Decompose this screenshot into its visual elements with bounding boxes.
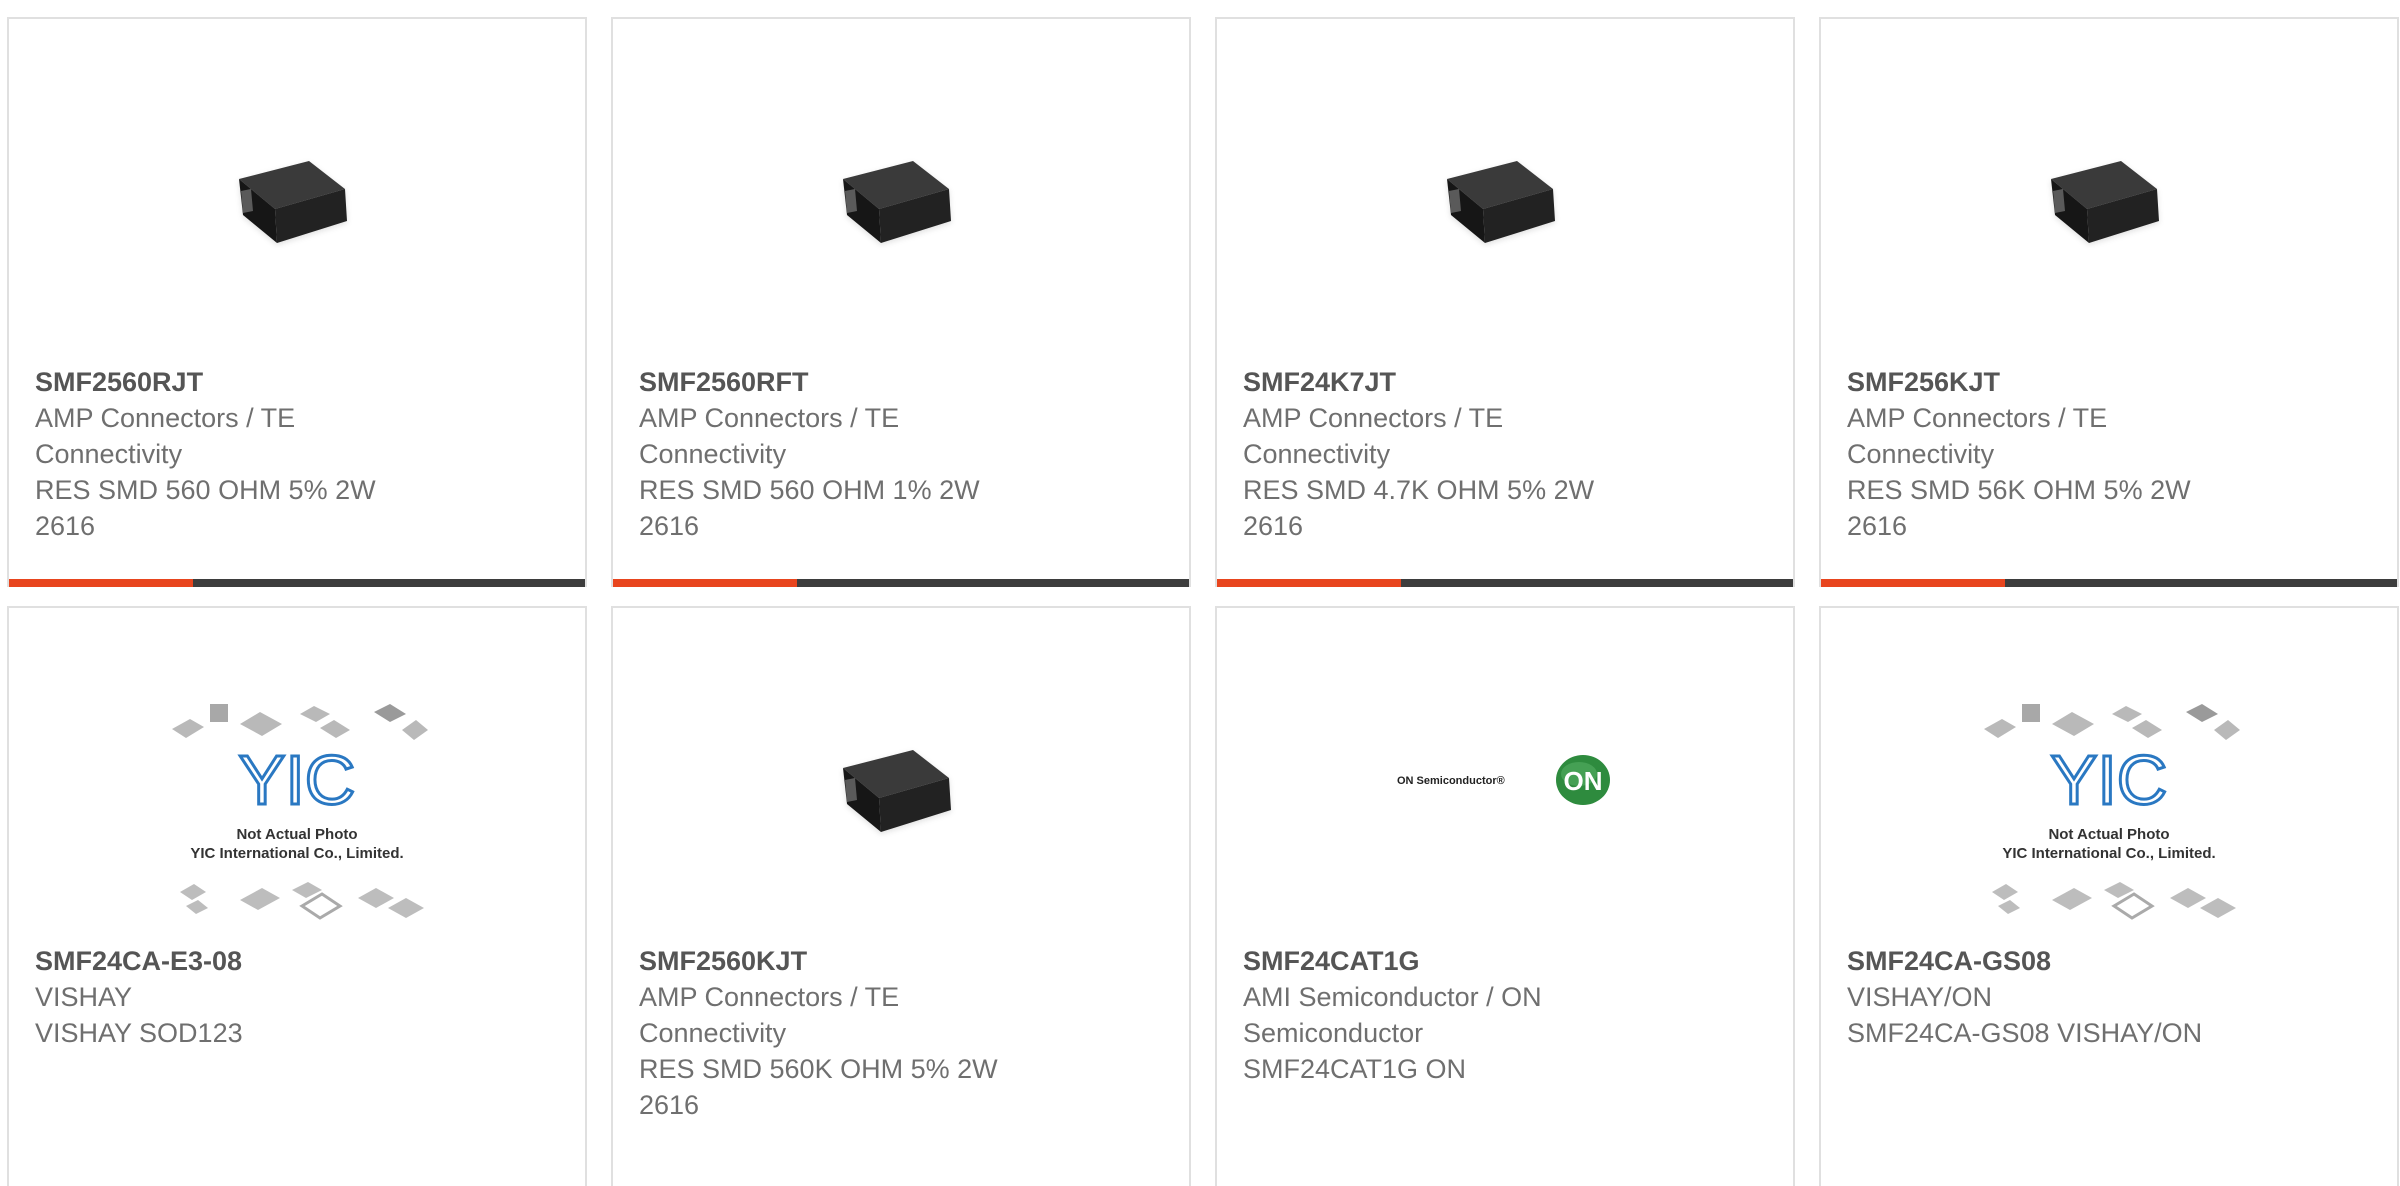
part-number[interactable]: SMF256KJT bbox=[1847, 364, 2267, 400]
product-image[interactable] bbox=[796, 680, 1006, 880]
part-number[interactable]: SMF24CA-GS08 bbox=[1847, 943, 2267, 979]
manufacturer-cont: Connectivity bbox=[639, 439, 787, 469]
product-image[interactable] bbox=[1400, 91, 1610, 291]
card-bar bbox=[1217, 579, 1793, 587]
placeholder-caption-2: YIC International Co., Limited. bbox=[2002, 845, 2215, 862]
part-number[interactable]: SMF24K7JT bbox=[1243, 364, 1663, 400]
description: SMF24CA-GS08 VISHAY/ON bbox=[1847, 1018, 2203, 1048]
product-image[interactable] bbox=[796, 91, 1006, 291]
manufacturer-cont: Semiconductor bbox=[1243, 1018, 1424, 1048]
on-semiconductor-logo-icon: ON Semiconductor® ON bbox=[1397, 755, 1610, 805]
manufacturer: AMP Connectors / TE bbox=[639, 403, 900, 433]
manufacturer: AMP Connectors / TE bbox=[1847, 403, 2108, 433]
manufacturer-cont: Connectivity bbox=[35, 439, 183, 469]
manufacturer-cont: Connectivity bbox=[1243, 439, 1391, 469]
card-bar-accent bbox=[1821, 579, 2005, 587]
manufacturer: AMI Semiconductor / ON bbox=[1243, 982, 1542, 1012]
manufacturer-cont: Connectivity bbox=[639, 1018, 787, 1048]
product-card[interactable]: SMF24K7JT AMP Connectors / TE Connectivi… bbox=[1215, 17, 1795, 587]
product-card[interactable]: SMF2560RJT AMP Connectors / TE Connectiv… bbox=[7, 17, 587, 587]
card-bar bbox=[613, 579, 1189, 587]
product-card[interactable]: ON Semiconductor® ON SMF24CAT1G AMI Semi… bbox=[1215, 606, 1795, 1186]
smd-resistor-icon bbox=[239, 161, 347, 243]
description: RES SMD 560K OHM 5% 2W bbox=[639, 1054, 998, 1084]
package: 2616 bbox=[1243, 511, 1304, 541]
smd-resistor-icon bbox=[843, 750, 951, 832]
package: 2616 bbox=[639, 511, 700, 541]
placeholder-caption-1: Not Actual Photo bbox=[236, 826, 357, 843]
part-number[interactable]: SMF2560RJT bbox=[35, 364, 455, 400]
manufacturer: VISHAY/ON bbox=[1847, 982, 1993, 1012]
smd-resistor-icon bbox=[1447, 161, 1555, 243]
package: 2616 bbox=[1847, 511, 1908, 541]
manufacturer: VISHAY bbox=[35, 982, 133, 1012]
on-badge: ON bbox=[1564, 766, 1603, 796]
card-bar bbox=[1821, 579, 2397, 587]
product-image[interactable]: YIC Not Actual Photo YIC International C… bbox=[162, 694, 432, 934]
description: RES SMD 4.7K OHM 5% 2W bbox=[1243, 475, 1595, 505]
product-image[interactable]: YIC Not Actual Photo YIC International C… bbox=[1974, 694, 2244, 934]
not-actual-photo-icon: YIC Not Actual Photo YIC International C… bbox=[172, 704, 428, 920]
part-number[interactable]: SMF24CAT1G bbox=[1243, 943, 1663, 979]
description: VISHAY SOD123 bbox=[35, 1018, 243, 1048]
product-grid: SMF2560RJT AMP Connectors / TE Connectiv… bbox=[0, 0, 2400, 1186]
placeholder-caption-1: Not Actual Photo bbox=[2048, 826, 2169, 843]
part-number[interactable]: SMF2560KJT bbox=[639, 943, 1059, 979]
card-bar-accent bbox=[1217, 579, 1401, 587]
package: 2616 bbox=[35, 511, 96, 541]
on-wordmark: ON Semiconductor® bbox=[1397, 775, 1505, 787]
smd-resistor-icon bbox=[2051, 161, 2159, 243]
product-image[interactable] bbox=[2004, 91, 2214, 291]
product-card[interactable]: YIC Not Actual Photo YIC International C… bbox=[7, 606, 587, 1186]
smd-resistor-icon bbox=[843, 161, 951, 243]
description: SMF24CAT1G ON bbox=[1243, 1054, 1467, 1084]
placeholder-caption-2: YIC International Co., Limited. bbox=[190, 845, 403, 862]
description: RES SMD 560 OHM 1% 2W bbox=[639, 475, 980, 505]
manufacturer: AMP Connectors / TE bbox=[639, 982, 900, 1012]
product-card[interactable]: SMF256KJT AMP Connectors / TE Connectivi… bbox=[1819, 17, 2399, 587]
manufacturer: AMP Connectors / TE bbox=[35, 403, 296, 433]
product-card[interactable]: SMF2560KJT AMP Connectors / TE Connectiv… bbox=[611, 606, 1191, 1186]
manufacturer: AMP Connectors / TE bbox=[1243, 403, 1504, 433]
part-number[interactable]: SMF2560RFT bbox=[639, 364, 1059, 400]
product-image[interactable]: ON Semiconductor® ON bbox=[1395, 680, 1615, 880]
product-card[interactable]: YIC Not Actual Photo YIC International C… bbox=[1819, 606, 2399, 1186]
product-card[interactable]: SMF2560RFT AMP Connectors / TE Connectiv… bbox=[611, 17, 1191, 587]
not-actual-photo-icon: YIC Not Actual Photo YIC International C… bbox=[1984, 704, 2240, 920]
part-number[interactable]: SMF24CA-E3-08 bbox=[35, 943, 455, 979]
card-bar-accent bbox=[613, 579, 797, 587]
product-image[interactable] bbox=[192, 91, 402, 291]
description: RES SMD 56K OHM 5% 2W bbox=[1847, 475, 2191, 505]
yic-logo: YIC bbox=[2051, 741, 2168, 819]
yic-logo: YIC bbox=[239, 741, 356, 819]
card-bar bbox=[9, 579, 585, 587]
package: 2616 bbox=[639, 1090, 700, 1120]
manufacturer-cont: Connectivity bbox=[1847, 439, 1995, 469]
card-bar-accent bbox=[9, 579, 193, 587]
description: RES SMD 560 OHM 5% 2W bbox=[35, 475, 376, 505]
